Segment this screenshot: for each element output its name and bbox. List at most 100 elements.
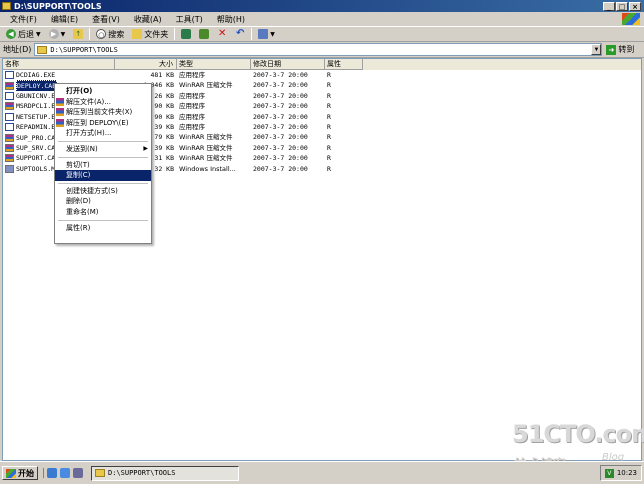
menu-open[interactable]: 打开(O) — [55, 86, 151, 97]
file-attributes: R — [327, 102, 331, 111]
menu-extract-here-label: 解压到当前文件夹(X) — [66, 108, 133, 117]
copy-to-button[interactable] — [195, 27, 213, 41]
menu-create-shortcut[interactable]: 创建快捷方式(S) — [55, 186, 151, 197]
column-header-modified[interactable]: 修改日期 — [251, 59, 325, 70]
file-row[interactable]: DCDIAG.EXE 481 KB 应用程序 2007-3-7 20:00 R — [3, 70, 641, 80]
ie-icon[interactable] — [47, 468, 57, 478]
menu-copy-label: 复制(C) — [66, 171, 91, 180]
column-header-size[interactable]: 大小 — [115, 59, 177, 70]
file-attributes: R — [327, 91, 331, 100]
toolbar-separator — [174, 28, 176, 40]
address-bar: 地址(D) D:\SUPPORT\TOOLS ▼ ➜ 转到 — [0, 42, 644, 58]
menu-extract-files-label: 解压文件(A)... — [66, 97, 111, 106]
menu-open-with-label: 打开方式(H)... — [66, 129, 112, 138]
file-type: WinRAR 压缩文件 — [179, 154, 233, 163]
file-modified: 2007-3-7 20:00 — [253, 81, 308, 90]
copy-to-icon — [199, 29, 210, 39]
file-name: SUPTOOLS.M — [16, 164, 56, 173]
chevron-down-icon: ▼ — [60, 30, 66, 38]
explorer-icon[interactable] — [60, 468, 70, 478]
file-name: SUPPORT.CA — [16, 154, 56, 163]
chevron-down-icon: ▼ — [270, 30, 275, 38]
folders-button[interactable]: 文件夹 — [128, 27, 172, 41]
back-button[interactable]: ◀ 后退 ▼ — [2, 27, 45, 41]
file-name: REPADMIN.E — [16, 123, 56, 132]
menu-send-to-label: 发送到(N) — [66, 144, 98, 153]
column-header-attributes[interactable]: 属性 — [325, 59, 363, 70]
exe-icon — [5, 71, 14, 80]
forward-button[interactable]: ▶ ▼ — [45, 27, 70, 41]
menu-open-with[interactable]: 打开方式(H)... — [55, 128, 151, 139]
exe-icon — [5, 112, 14, 121]
menu-extract-here[interactable]: 解压到当前文件夹(X) — [55, 107, 151, 118]
menu-file[interactable]: 文件(F) — [3, 14, 44, 25]
folder-icon — [95, 469, 105, 477]
column-header-type[interactable]: 类型 — [177, 59, 251, 70]
menu-rename[interactable]: 重命名(M) — [55, 207, 151, 218]
cab-icon — [5, 102, 14, 111]
watermark-logo: 51CTO.com — [512, 420, 644, 448]
address-value: D:\SUPPORT\TOOLS — [50, 45, 118, 54]
file-type: 应用程序 — [179, 71, 205, 79]
menu-tools[interactable]: 工具(T) — [169, 14, 210, 25]
column-header-name[interactable]: 名称 — [3, 59, 115, 70]
exe-icon — [5, 123, 14, 132]
menu-favorites[interactable]: 收藏(A) — [127, 14, 169, 25]
menu-cut[interactable]: 剪切(T) — [55, 160, 151, 171]
file-type: 应用程序 — [179, 102, 205, 111]
windows-flag-icon — [6, 468, 16, 478]
address-input[interactable]: D:\SUPPORT\TOOLS ▼ — [34, 43, 603, 56]
file-attributes: R — [327, 133, 331, 142]
search-button[interactable]: ○ 搜索 — [92, 27, 128, 41]
delete-button[interactable]: ✕ — [213, 27, 231, 41]
maximize-button[interactable]: □ — [616, 1, 628, 11]
show-desktop-icon[interactable] — [73, 468, 83, 478]
minimize-button[interactable]: _ — [603, 1, 615, 11]
toolbar-separator — [89, 28, 91, 40]
file-modified: 2007-3-7 20:00 — [253, 71, 308, 79]
file-name: SUP_SRV.CA — [16, 143, 56, 152]
undo-button[interactable]: ↶ — [231, 27, 249, 41]
file-name: SUP_PRO.CA — [16, 133, 56, 142]
file-modified: 2007-3-7 20:00 — [253, 91, 308, 100]
context-menu: 打开(O) 解压文件(A)... 解压到当前文件夹(X) 解压到 DEPLOY\… — [54, 83, 152, 244]
go-button[interactable]: ➜ 转到 — [606, 44, 634, 55]
menu-cut-label: 剪切(T) — [66, 160, 90, 169]
menu-delete[interactable]: 删除(D) — [55, 196, 151, 207]
menu-properties[interactable]: 属性(R) — [55, 223, 151, 234]
menu-send-to[interactable]: 发送到(N) ▶ — [55, 144, 151, 155]
menu-edit[interactable]: 编辑(E) — [44, 14, 85, 25]
menu-copy[interactable]: 复制(C) — [55, 170, 151, 181]
address-dropdown-button[interactable]: ▼ — [591, 44, 602, 55]
menu-extract-files[interactable]: 解压文件(A)... — [55, 97, 151, 108]
file-name: DEPLOY.CAB — [16, 80, 58, 91]
up-folder-button[interactable]: ↑ — [69, 27, 87, 41]
menu-help[interactable]: 帮助(H) — [210, 14, 252, 25]
file-modified: 2007-3-7 20:00 — [253, 133, 308, 142]
menu-view[interactable]: 查看(V) — [85, 14, 127, 25]
menu-separator — [58, 156, 148, 158]
tray-app-icon[interactable]: V — [604, 468, 614, 478]
file-modified: 2007-3-7 20:00 — [253, 154, 308, 163]
menu-open-label: 打开(O) — [66, 87, 93, 95]
close-button[interactable]: × — [629, 1, 641, 11]
winrar-icon — [56, 97, 64, 106]
file-type: 应用程序 — [179, 112, 205, 121]
file-type: Windows Install... — [179, 164, 236, 173]
folders-icon — [132, 29, 143, 39]
file-type: 应用程序 — [179, 91, 205, 100]
move-to-button[interactable] — [177, 27, 195, 41]
folders-label: 文件夹 — [144, 29, 169, 39]
taskbar-window-label: D:\SUPPORT\TOOLS — [108, 469, 176, 477]
winrar-icon — [56, 108, 64, 117]
menu-extract-to[interactable]: 解压到 DEPLOY\(E) — [55, 118, 151, 129]
undo-icon: ↶ — [236, 28, 245, 39]
views-button[interactable]: ▼ — [254, 27, 279, 41]
start-button[interactable]: 开始 — [2, 466, 38, 480]
file-modified: 2007-3-7 20:00 — [253, 112, 308, 121]
taskbar-window-button[interactable]: D:\SUPPORT\TOOLS — [91, 465, 239, 481]
window-controls: _ □ × — [603, 1, 641, 11]
window-title: D:\SUPPORT\TOOLS — [14, 1, 102, 11]
file-size: 481 KB — [150, 71, 174, 79]
file-attributes: R — [327, 143, 331, 152]
